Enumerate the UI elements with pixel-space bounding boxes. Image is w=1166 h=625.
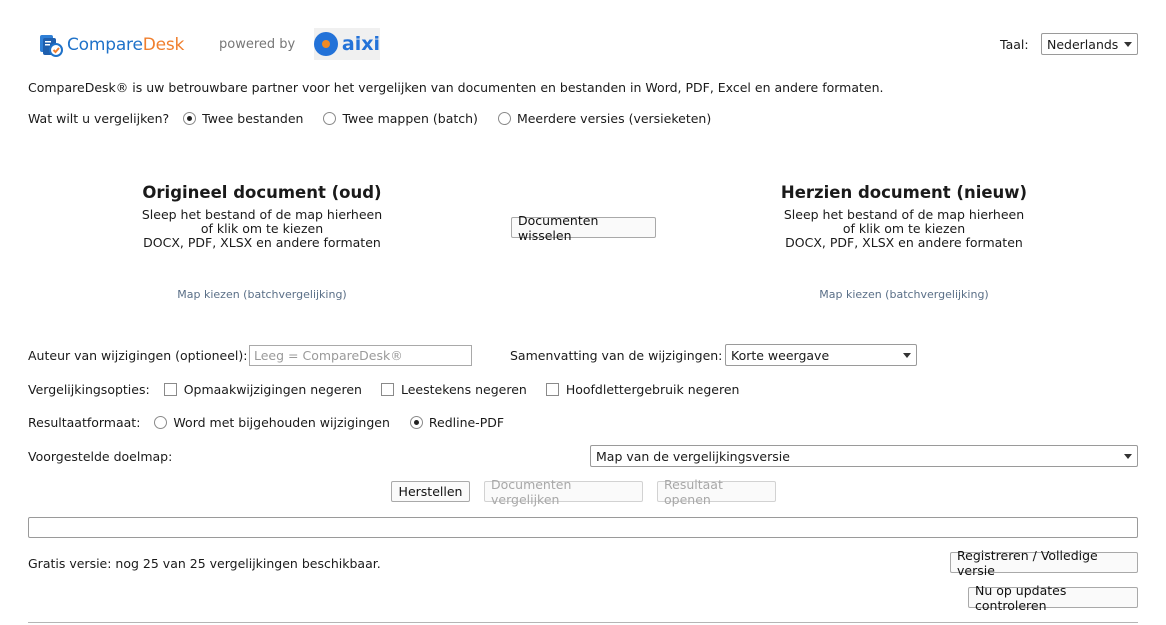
compare-mode-row: Wat wilt u vergelijken? Twee bestanden T… xyxy=(28,111,711,126)
partner-logo-text: aixi xyxy=(341,33,380,55)
summary-select[interactable]: Korte weergave xyxy=(725,344,917,366)
radio-two-folders[interactable]: Twee mappen (batch) xyxy=(323,111,478,126)
checkbox-ignore-formatting[interactable]: Opmaakwijzigingen negeren xyxy=(163,382,362,397)
comparison-options-label: Vergelijkingsopties: xyxy=(28,382,150,397)
author-label: Auteur van wijzigingen (optioneel): xyxy=(28,348,248,363)
checkbox-ignore-case[interactable]: Hoofdlettergebruik negeren xyxy=(545,382,740,397)
intro-text: CompareDesk® is uw betrouwbare partner v… xyxy=(28,80,884,95)
checkbox-label: Hoofdlettergebruik negeren xyxy=(565,382,740,397)
radio-indicator[interactable] xyxy=(183,112,197,125)
register-button[interactable]: Registreren / Volledige versie xyxy=(950,548,1138,578)
open-result-button[interactable]: Resultaat openen xyxy=(657,477,776,507)
checkbox-label: Opmaakwijzigingen negeren xyxy=(183,382,362,397)
revised-drop-line3: DOCX, PDF, XLSX en andere formaten xyxy=(785,235,1023,250)
reset-button[interactable]: Herstellen xyxy=(391,481,470,502)
original-title: Origineel document (oud) xyxy=(142,183,382,202)
app-logo: CompareDesk xyxy=(38,31,184,59)
radio-word-tracked[interactable]: Word met bijgehouden wijzigingen xyxy=(154,415,390,430)
radio-label: Twee mappen (batch) xyxy=(342,111,478,126)
language-label: Taal: xyxy=(1000,37,1029,52)
app-logo-text: CompareDesk xyxy=(67,35,184,55)
progress-bar xyxy=(28,517,1138,538)
revised-folder-link[interactable]: Map kiezen (batchvergelijking) xyxy=(774,288,1034,301)
check-updates-button[interactable]: Nu op updates controleren xyxy=(968,583,1138,613)
checkbox-box[interactable] xyxy=(163,383,177,396)
revised-title: Herzien document (nieuw) xyxy=(780,183,1028,202)
chevron-down-icon xyxy=(1124,453,1132,459)
compare-documents-button[interactable]: Documenten vergelijken xyxy=(484,477,643,507)
revised-drop-zone[interactable]: Herzien document (nieuw) Sleep het besta… xyxy=(774,183,1034,250)
target-folder-value: Map van de vergelijkingsversie xyxy=(596,448,790,464)
checkbox-box[interactable] xyxy=(380,383,394,396)
comparison-options-row: Vergelijkingsopties: Opmaakwijzigingen n… xyxy=(28,382,739,397)
revised-drop-line1: Sleep het bestand of de map hierheen xyxy=(783,207,1025,222)
radio-two-files[interactable]: Twee bestanden xyxy=(183,111,303,126)
radio-label: Twee bestanden xyxy=(202,111,304,126)
original-folder-link[interactable]: Map kiezen (batchvergelijking) xyxy=(132,288,392,301)
checkbox-label: Leestekens negeren xyxy=(400,382,527,397)
author-input[interactable]: Leeg = CompareDesk® xyxy=(249,345,472,366)
radio-label: Meerdere versies (versieketen) xyxy=(516,111,712,126)
summary-select-value: Korte weergave xyxy=(731,347,830,363)
radio-indicator[interactable] xyxy=(497,112,511,125)
swap-documents-button[interactable]: Documenten wisselen xyxy=(511,213,656,243)
checkbox-ignore-punctuation[interactable]: Leestekens negeren xyxy=(380,382,527,397)
target-folder-select[interactable]: Map van de vergelijkingsversie xyxy=(590,445,1138,467)
radio-indicator[interactable] xyxy=(409,416,423,429)
powered-by-label: powered by xyxy=(219,37,296,52)
logo-text-desk: Desk xyxy=(142,35,185,55)
aixi-logo-icon xyxy=(314,32,338,56)
radio-indicator[interactable] xyxy=(323,112,337,125)
original-drop-zone[interactable]: Origineel document (oud) Sleep het besta… xyxy=(132,183,392,250)
checkbox-box[interactable] xyxy=(545,383,559,396)
author-input-placeholder: Leeg = CompareDesk® xyxy=(254,348,403,363)
radio-label: Redline-PDF xyxy=(428,415,505,430)
language-select-value: Nederlands xyxy=(1047,36,1119,52)
free-version-status: Gratis versie: nog 25 van 25 vergelijkin… xyxy=(28,556,381,571)
original-drop-line1: Sleep het bestand of de map hierheen xyxy=(141,207,383,222)
logo-text-compare: Compare xyxy=(67,35,143,55)
summary-label: Samenvatting van de wijzigingen: xyxy=(510,348,723,363)
partner-logo: aixi xyxy=(314,28,380,60)
radio-label: Word met bijgehouden wijzigingen xyxy=(173,415,390,430)
language-select[interactable]: Nederlands xyxy=(1041,33,1138,55)
result-format-row: Resultaatformaat: Word met bijgehouden w… xyxy=(28,415,504,430)
radio-redline-pdf[interactable]: Redline-PDF xyxy=(409,415,505,430)
chevron-down-icon xyxy=(1124,41,1133,47)
revised-drop-line2: of klik om te kiezen xyxy=(842,221,966,236)
chevron-down-icon xyxy=(903,352,911,358)
original-drop-line2: of klik om te kiezen xyxy=(200,221,324,236)
compare-mode-label: Wat wilt u vergelijken? xyxy=(28,111,170,126)
comparedesk-logo-icon xyxy=(38,32,64,58)
target-folder-label: Voorgestelde doelmap: xyxy=(28,449,173,464)
radio-multiple-versions[interactable]: Meerdere versies (versieketen) xyxy=(497,111,712,126)
result-format-label: Resultaatformaat: xyxy=(28,415,141,430)
original-drop-line3: DOCX, PDF, XLSX en andere formaten xyxy=(143,235,381,250)
radio-indicator[interactable] xyxy=(154,416,168,429)
